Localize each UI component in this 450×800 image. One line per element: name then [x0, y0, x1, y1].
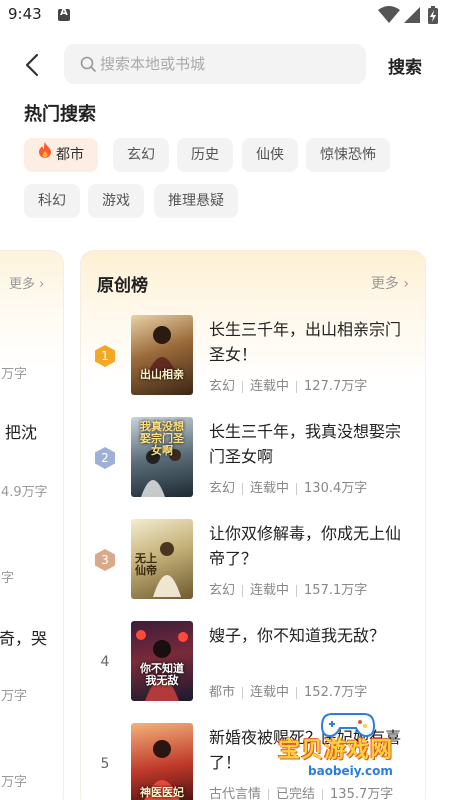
book-words: 130.4万字 — [304, 481, 368, 496]
chevron-left-icon — [25, 53, 39, 77]
search-input[interactable] — [100, 44, 350, 84]
book-title: 长生三千年，我真没想娶宗门圣女啊 — [209, 422, 402, 466]
book-status: 连载中 — [250, 379, 290, 394]
tag-kehuan[interactable]: 科幻 — [24, 184, 80, 218]
book-item[interactable]: 4 你不知道我无敌 嫂子，你不知道我无敌？ 都市 连载中 152.7万字 — [81, 621, 427, 717]
cover-figure-icon — [136, 630, 188, 701]
status-time: 9:43 — [8, 5, 42, 23]
cover-figure-icon — [147, 326, 177, 375]
rank-number: 5 — [100, 756, 110, 772]
book-meta: 玄幻 连载中 127.7万字 — [209, 375, 367, 394]
left-fragment: 把沈 — [5, 423, 38, 442]
site-watermark: 宝贝游戏网 baobeiy.com — [278, 710, 428, 790]
search-row: 搜索 — [0, 44, 450, 86]
cover-title: 你不知道我无敌 — [140, 662, 184, 687]
book-title: 长生三千年，出山相亲宗门圣女！ — [209, 320, 402, 364]
ranking-more-link[interactable]: 更多 › — [371, 273, 409, 293]
book-cover: 无上仙帝 — [131, 519, 193, 599]
book-genre: 玄幻 — [209, 583, 236, 598]
book-meta: 玄幻 连载中 157.1万字 — [209, 579, 367, 598]
notification-icon — [58, 7, 70, 21]
book-cover: 出山相亲 — [131, 315, 193, 395]
watermark-url: baobeiy.com — [308, 764, 393, 778]
book-meta: 都市 连载中 152.7万字 — [209, 681, 367, 700]
ranking-title: 原创榜 — [97, 276, 148, 296]
book-item[interactable]: 1 出山相亲 长生三千年，出山相亲宗门圣女！ 玄幻 连载中 127.7万字 — [81, 315, 427, 411]
book-cover: 我真没想娶宗门圣女啊 — [131, 417, 193, 497]
hot-search-title: 热门搜索 — [24, 104, 96, 125]
left-fragment: 万字 — [1, 775, 28, 790]
left-fragment: 奇，哭 — [0, 629, 48, 648]
search-icon — [80, 56, 96, 72]
book-words: 157.1万字 — [304, 583, 368, 598]
ranking-more-label: 更多 — [370, 276, 399, 292]
book-status: 连载中 — [250, 685, 290, 700]
book-meta: 玄幻 连载中 130.4万字 — [209, 477, 367, 496]
rank-badge: 3 — [95, 549, 115, 571]
book-genre: 古代言情 — [209, 787, 262, 800]
status-icons — [368, 6, 438, 26]
book-cover: 神医医妃 — [131, 723, 193, 800]
book-genre: 玄幻 — [209, 481, 236, 496]
tag-lishi[interactable]: 历史 — [177, 138, 233, 172]
wifi-icon — [378, 6, 400, 23]
tag-xuanhuan[interactable]: 玄幻 — [113, 138, 169, 172]
cover-title: 无上仙帝 — [135, 552, 157, 577]
left-card-more-link[interactable]: 更多 › — [9, 273, 44, 292]
status-bar: 9:43 — [0, 0, 450, 32]
left-fragment: 万字 — [1, 367, 28, 382]
left-fragment: 万字 — [1, 689, 28, 704]
tag-label: 都市 — [56, 147, 84, 163]
tag-dushi[interactable]: 都市 — [24, 138, 98, 172]
fire-icon — [38, 137, 52, 171]
cover-title: 神医医妃 — [140, 786, 184, 799]
left-fragment: 4.9万字 — [1, 485, 48, 500]
tag-tuili[interactable]: 推理悬疑 — [154, 184, 238, 218]
search-button[interactable]: 搜索 — [388, 53, 422, 78]
tag-youxi[interactable]: 游戏 — [88, 184, 144, 218]
left-fragment: 字 — [1, 571, 15, 586]
book-item[interactable]: 3 无上仙帝 让你双修解毒，你成无上仙帝了？ 玄幻 连载中 157.1万字 — [81, 519, 427, 615]
cover-title: 我真没想娶宗门圣女啊 — [140, 420, 184, 457]
book-genre: 玄幻 — [209, 379, 236, 394]
book-status: 连载中 — [250, 583, 290, 598]
rank-number: 4 — [100, 654, 110, 670]
tag-xianxia[interactable]: 仙侠 — [242, 138, 298, 172]
book-genre: 都市 — [209, 685, 236, 700]
book-item[interactable]: 2 我真没想娶宗门圣女啊 长生三千年，我真没想娶宗门圣女啊 玄幻 连载中 130.4… — [81, 417, 427, 513]
left-ranking-card: 更多 › 万字 把沈 4.9万字 字 奇，哭 万字 万字 — [0, 250, 64, 800]
back-button[interactable] — [18, 50, 48, 80]
rank-badge: 2 — [95, 447, 115, 469]
left-more-label: 更多 — [9, 277, 36, 292]
book-cover: 你不知道我无敌 — [131, 621, 193, 701]
cover-title: 出山相亲 — [140, 368, 184, 381]
book-title: 嫂子，你不知道我无敌？ — [209, 626, 386, 645]
book-title: 让你双修解毒，你成无上仙帝了？ — [209, 524, 402, 568]
book-status: 连载中 — [250, 481, 290, 496]
rank-badge: 1 — [95, 345, 115, 367]
book-words: 152.7万字 — [304, 685, 368, 700]
search-box[interactable] — [64, 44, 366, 84]
signal-icon — [404, 7, 420, 23]
book-words: 127.7万字 — [304, 379, 368, 394]
battery-icon — [428, 6, 438, 24]
tag-jingsong[interactable]: 惊悚恐怖 — [306, 138, 390, 172]
watermark-text: 宝贝游戏网 — [278, 738, 394, 763]
